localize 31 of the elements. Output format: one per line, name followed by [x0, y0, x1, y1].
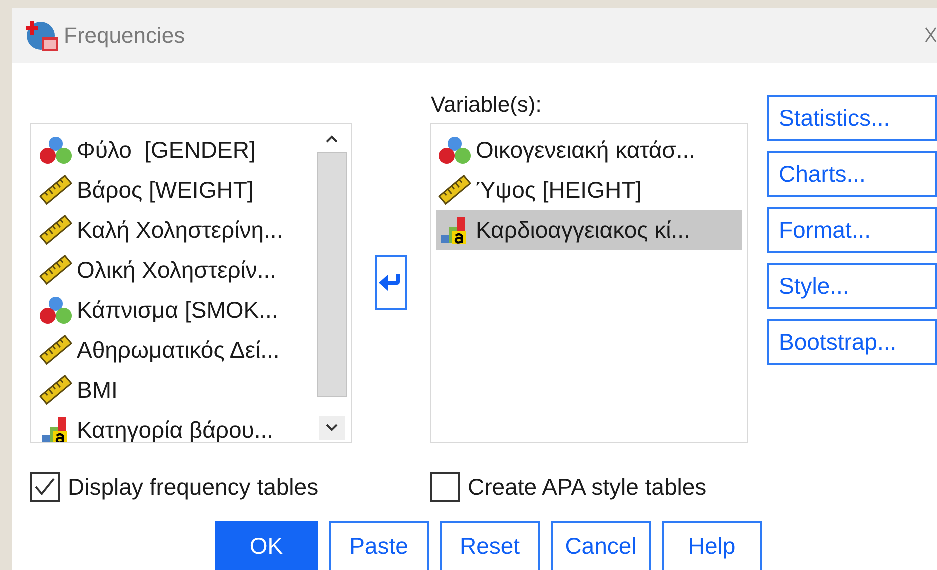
dialog-button[interactable]: Style...: [767, 263, 937, 309]
three-balls-icon: [438, 135, 472, 165]
dialog-button[interactable]: Format...: [767, 207, 937, 253]
window-title: Frequencies: [64, 22, 186, 50]
variable-item[interactable]: Κάπνισμα [SMOK...: [77, 292, 278, 328]
dialog-button[interactable]: Cancel: [551, 520, 651, 570]
variable-item[interactable]: Καλή Χοληστερίνη...: [77, 212, 284, 248]
variables-label: Variable(s):: [430, 92, 543, 119]
variable-item[interactable]: BMI: [77, 372, 118, 408]
checkbox-label[interactable]: Create APA style tables: [468, 470, 707, 504]
app-icon: [26, 18, 60, 52]
dialog-button[interactable]: Charts...: [767, 151, 937, 197]
move-variable-button[interactable]: [375, 255, 407, 310]
three-balls-icon: [39, 135, 73, 165]
variable-item[interactable]: Αθηρωματικός Δεί...: [77, 332, 280, 368]
scroll-down-button[interactable]: [318, 416, 344, 440]
dialog-button[interactable]: Help: [662, 520, 762, 570]
dialog-button[interactable]: OK: [215, 520, 318, 570]
variable-item[interactable]: Καρδιοαγγειακος κί...: [436, 210, 742, 250]
three-balls-icon: [39, 295, 73, 325]
variable-item[interactable]: Φύλο [GENDER]: [77, 132, 256, 168]
dialog-button[interactable]: Statistics...: [767, 95, 937, 141]
dialog-button[interactable]: Paste: [329, 520, 429, 570]
checkbox-label[interactable]: Display frequency tables: [68, 470, 319, 504]
variable-item[interactable]: Ολική Χοληστερίν...: [77, 252, 277, 288]
scrollbar-thumb[interactable]: [316, 152, 346, 397]
dialog-button[interactable]: Bootstrap...: [767, 319, 937, 365]
variable-item[interactable]: Βάρος [WEIGHT]: [77, 172, 254, 208]
checkbox[interactable]: [430, 472, 460, 502]
dialog-button[interactable]: Reset: [440, 520, 540, 570]
checkbox[interactable]: [30, 472, 60, 502]
